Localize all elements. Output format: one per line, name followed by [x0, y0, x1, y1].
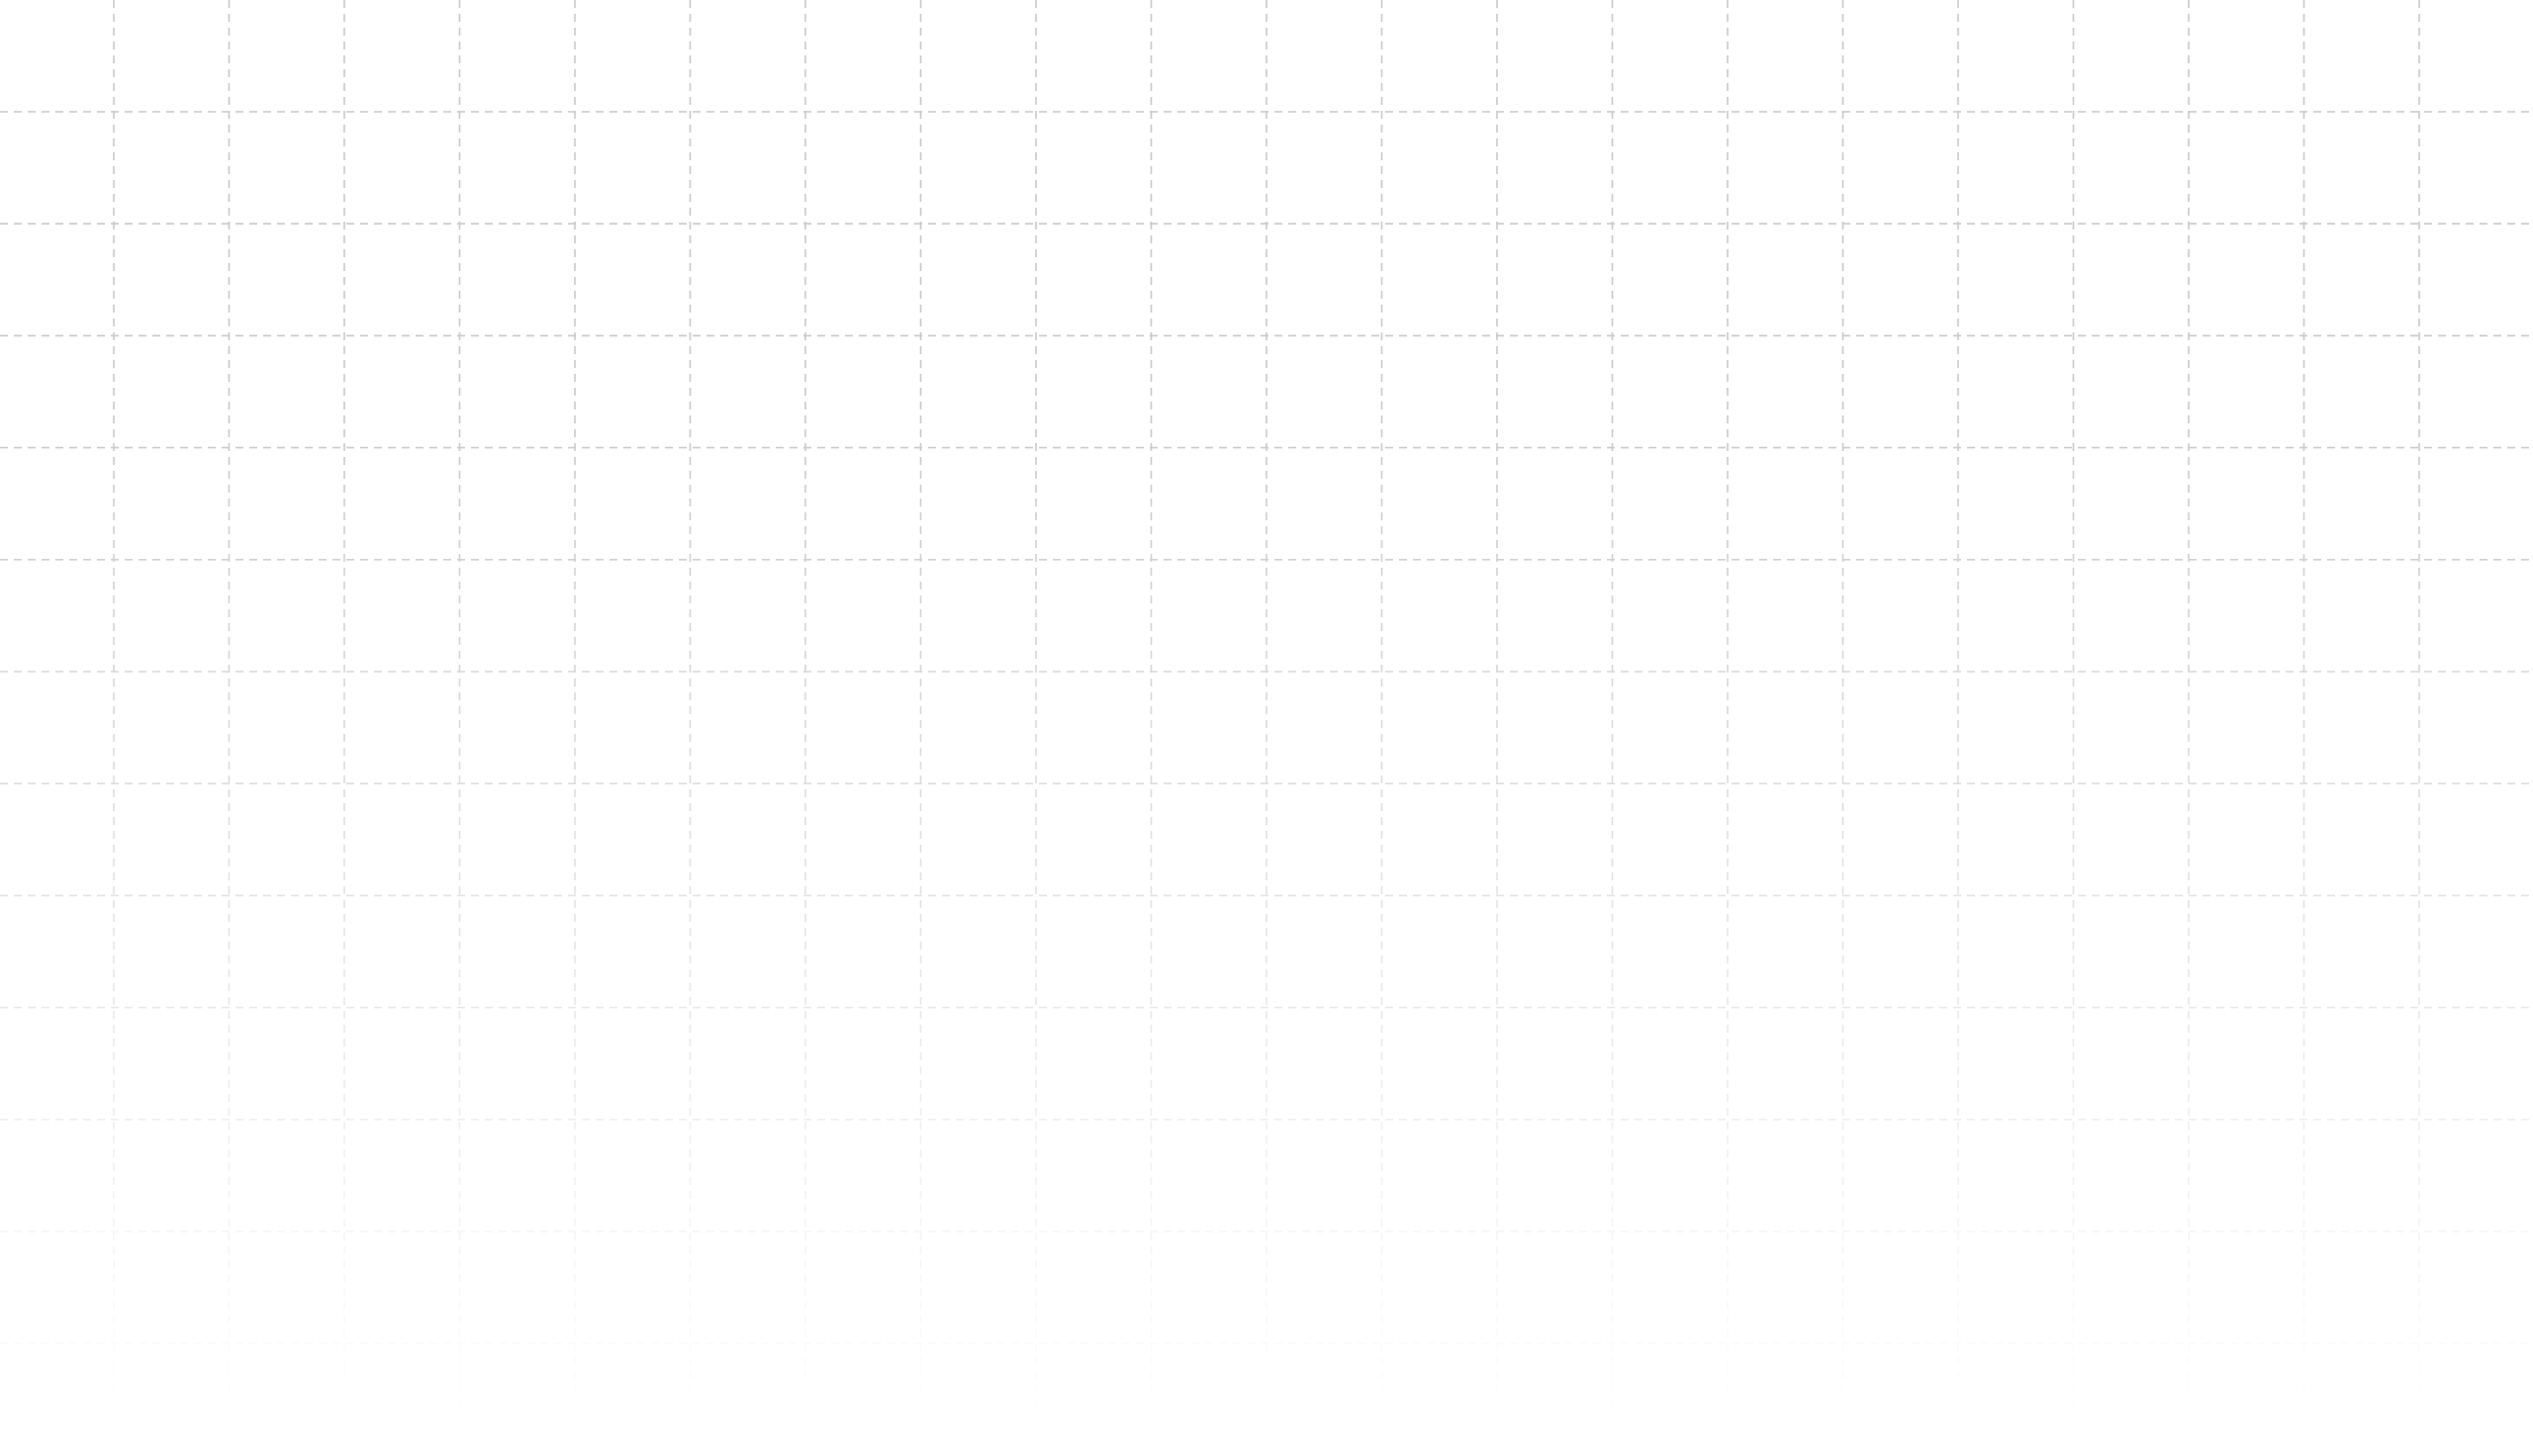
blank-canvas[interactable] [0, 0, 2533, 1456]
dashed-grid-background [0, 0, 2533, 1414]
